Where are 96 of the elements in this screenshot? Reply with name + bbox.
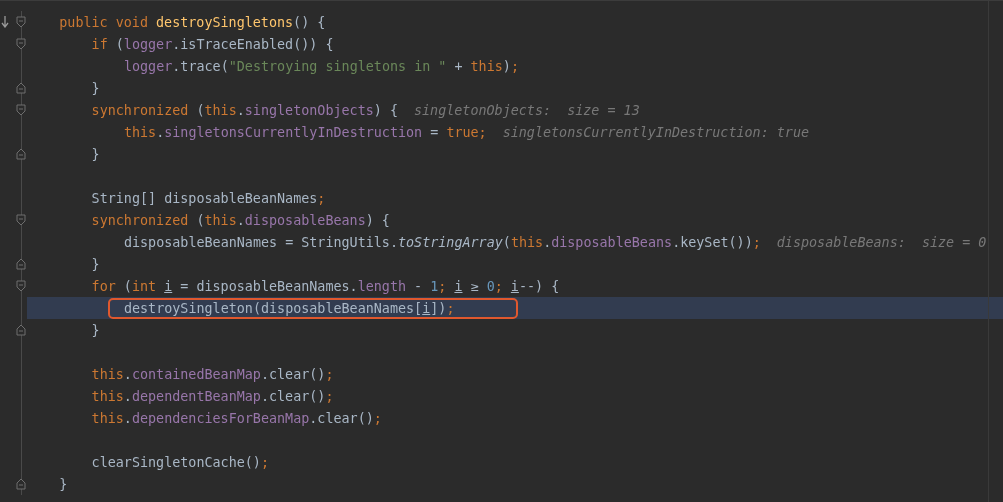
code-token: containedBeanMap: [131, 366, 261, 382]
inline-hint: singletonsCurrentlyInDestruction: true: [502, 124, 810, 140]
code-token: this: [91, 388, 124, 404]
unfold-icon[interactable]: [16, 478, 26, 490]
code-token: .: [236, 212, 245, 228]
code-token: destroySingletons: [156, 14, 294, 30]
code-token: ;: [446, 300, 455, 316]
code-token: i: [164, 278, 173, 294]
code-token: .keySet()): [672, 234, 753, 250]
code-token: this: [91, 410, 124, 426]
code-token: (: [123, 278, 132, 294]
code-token: ;: [752, 234, 761, 250]
unfold-icon[interactable]: [16, 324, 26, 336]
code-token: (: [502, 234, 511, 250]
code-token: .isTraceEnabled()) {: [172, 36, 334, 52]
code-token: disposableBeanNames = StringUtils.: [123, 234, 398, 250]
code-token: i: [510, 278, 519, 294]
code-token: = disposableBeanNames.: [179, 278, 358, 294]
code-token: toStringArray: [398, 234, 503, 250]
code-token: this: [510, 234, 544, 250]
code-token: this: [123, 124, 157, 140]
code-token: disposableBeans: [244, 212, 366, 228]
code-token: public void: [59, 14, 149, 30]
code-token: disposableBeans: [551, 234, 673, 250]
code-token: .: [123, 410, 132, 426]
code-token: ;: [317, 190, 326, 206]
code-token: .: [156, 124, 165, 140]
code-token: 0: [486, 278, 495, 294]
code-token: this: [470, 58, 503, 74]
fold-icon[interactable]: [16, 280, 26, 292]
code-token: .trace(: [172, 58, 229, 74]
code-token: this: [204, 212, 237, 228]
code-token: dependenciesForBeanMap: [131, 410, 310, 426]
code-token: ≥: [469, 278, 480, 294]
code-token: destroySingleton(disposableBeanNames[: [123, 300, 423, 316]
code-token: ;: [373, 410, 382, 426]
code-token: }: [91, 322, 100, 338]
code-token: ) {: [365, 212, 390, 228]
code-token: .: [123, 388, 132, 404]
code-token: .: [543, 234, 552, 250]
code-token: () {: [293, 14, 326, 30]
code-token: i: [454, 278, 463, 294]
inline-hint: singletonObjects: size = 13: [413, 102, 640, 118]
code-token: ;: [260, 454, 269, 470]
code-token: .clear(): [260, 388, 326, 404]
unfold-icon[interactable]: [16, 82, 26, 94]
code-token: i: [422, 300, 431, 316]
code-token: for: [91, 278, 117, 294]
code-token: singletonObjects: [244, 102, 374, 118]
code-token: logger: [123, 58, 173, 74]
code-token: .: [123, 366, 132, 382]
code-token: (: [115, 36, 124, 52]
code-token: .clear(): [260, 366, 326, 382]
fold-icon[interactable]: [16, 104, 26, 116]
code-token: synchronized: [91, 212, 190, 228]
code-token: ]): [430, 300, 447, 316]
code-token: String[] disposableBeanNames: [91, 190, 318, 206]
fold-icon[interactable]: [16, 38, 26, 50]
unfold-icon[interactable]: [16, 258, 26, 270]
code-token: }: [91, 146, 100, 162]
down-arrow-icon[interactable]: [1, 16, 9, 28]
code-token: ): [502, 58, 511, 74]
code-token: clearSingletonCache(): [91, 454, 261, 470]
code-token: this: [91, 366, 124, 382]
code-token: .clear(): [309, 410, 374, 426]
code-token: ;: [510, 58, 519, 74]
code-token: ;: [438, 278, 448, 294]
code-token: true;: [446, 124, 487, 140]
code-token: singletonsCurrentlyInDestruction: [164, 124, 423, 140]
code-token: dependentBeanMap: [131, 388, 261, 404]
code-token: .: [236, 102, 245, 118]
code-token: +: [453, 58, 464, 74]
code-token: ;: [494, 278, 504, 294]
code-token: length: [357, 278, 407, 294]
code-token: }: [91, 80, 100, 96]
code-token: =: [429, 124, 440, 140]
code-token: if: [91, 36, 109, 52]
code-token: }: [59, 476, 68, 492]
code-token: int: [131, 278, 158, 294]
fold-icon[interactable]: [16, 16, 26, 28]
code-token: --) {: [518, 278, 560, 294]
code-token: "Destroying singletons in ": [228, 58, 447, 74]
code-token: ;: [325, 366, 334, 382]
inline-hint: disposableBeans: size = 0: [776, 234, 987, 250]
fold-icon[interactable]: [16, 214, 26, 226]
code-token: 1: [430, 278, 439, 294]
code-token: ) {: [373, 102, 398, 118]
code-token: -: [413, 278, 424, 294]
code-token: (: [196, 102, 205, 118]
code-token: }: [91, 256, 100, 272]
code-token: logger: [123, 36, 173, 52]
unfold-icon[interactable]: [16, 148, 26, 160]
code-token: ;: [325, 388, 334, 404]
code-token: (: [196, 212, 205, 228]
code-token: this: [204, 102, 237, 118]
code-token: synchronized: [91, 102, 190, 118]
